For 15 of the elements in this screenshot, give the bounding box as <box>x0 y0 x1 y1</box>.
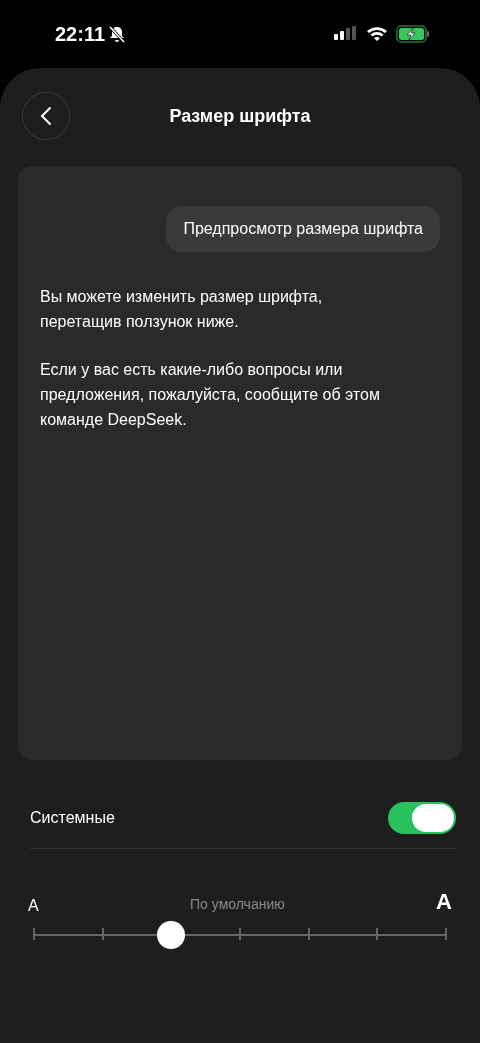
slider-thumb[interactable] <box>157 921 186 949</box>
wifi-icon <box>366 26 388 42</box>
default-label: По умолчанию <box>190 896 285 912</box>
signal-icon <box>334 26 358 42</box>
large-font-label: A <box>436 889 452 915</box>
toggle-switch[interactable] <box>388 802 456 834</box>
chevron-left-icon <box>40 106 52 126</box>
small-font-label: A <box>28 897 39 915</box>
clock-time: 22:11 <box>55 22 106 46</box>
preview-paragraph: Если у вас есть какие-либо вопросы или предложения, пожалуйста, сообщите об этом команде DeepSeek. <box>40 360 381 430</box>
slider-track[interactable] <box>34 921 446 949</box>
chat-bubble: Предпросмотр размера шрифта <box>166 206 440 252</box>
setting-label: Системные <box>30 809 115 827</box>
screen-title: Размер шрифта <box>169 105 311 127</box>
preview-paragraph: Вы можете изменить размер шрифта, перетащив ползунок ниже. <box>40 287 324 332</box>
